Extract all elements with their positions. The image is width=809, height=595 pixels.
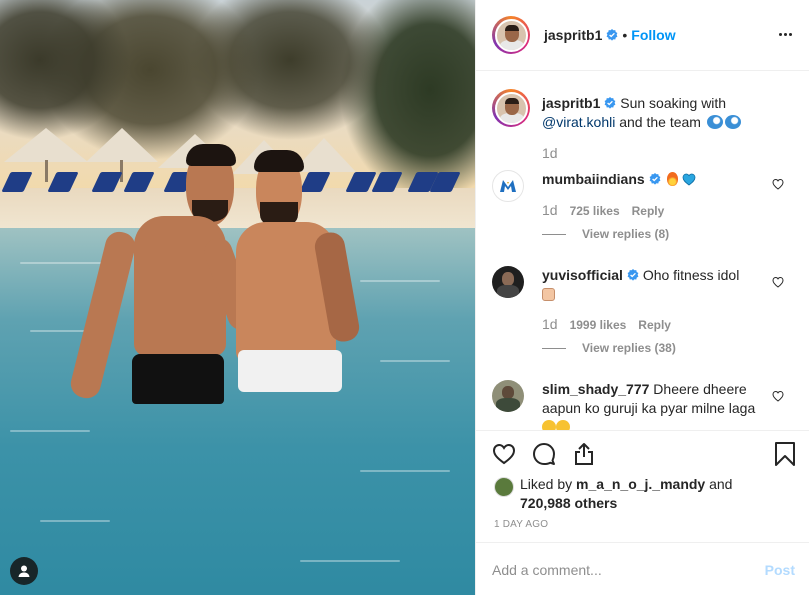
view-replies-label: View replies (8) bbox=[582, 227, 670, 241]
comment-likes[interactable]: 725 likes bbox=[570, 204, 620, 218]
verified-icon bbox=[604, 97, 616, 109]
comment-likes[interactable]: 1999 likes bbox=[570, 318, 627, 332]
comment-time[interactable]: 1d bbox=[542, 202, 558, 218]
share-icon[interactable] bbox=[572, 442, 596, 466]
comment-input[interactable] bbox=[492, 561, 752, 578]
caption-avatar[interactable] bbox=[492, 89, 530, 127]
post-date[interactable]: 1 DAY AGO bbox=[494, 519, 548, 530]
smile-emoji bbox=[556, 420, 570, 430]
comment-meta: 1d 725 likes Reply bbox=[542, 202, 665, 218]
comment-username[interactable]: mumbaiindians bbox=[542, 171, 645, 187]
instagram-post: jaspritb1 • Follow jaspritb1 Sun soaking… bbox=[0, 0, 809, 595]
caption-body-end: and the team bbox=[615, 114, 705, 130]
post-sidebar: jaspritb1 • Follow jaspritb1 Sun soaking… bbox=[475, 0, 809, 595]
comment-text: slim_shady_777 Dheere dheere aapun ko gu… bbox=[542, 380, 762, 430]
liker-avatar[interactable] bbox=[494, 477, 514, 497]
commenter-avatar[interactable] bbox=[492, 380, 524, 412]
bookmark-icon[interactable] bbox=[774, 442, 796, 466]
post-comment-button[interactable]: Post bbox=[765, 562, 795, 578]
photo-ripple bbox=[40, 520, 110, 522]
view-replies-button[interactable]: View replies (38) bbox=[542, 341, 676, 355]
smile-emoji bbox=[542, 420, 556, 430]
comment-body: Oho fitness idol bbox=[642, 267, 740, 283]
wave-emoji bbox=[724, 115, 741, 129]
comments-list[interactable]: jaspritb1 Sun soaking with @virat.kohli … bbox=[476, 72, 809, 430]
comment-username[interactable]: slim_shady_777 bbox=[542, 381, 649, 397]
likes-text: Liked by m_a_n_o_j._mandy and 720,988 ot… bbox=[520, 475, 750, 513]
caption-username[interactable]: jaspritb1 bbox=[542, 95, 600, 111]
blue-heart-emoji bbox=[683, 173, 696, 186]
liker-username[interactable]: m_a_n_o_j._mandy bbox=[576, 476, 705, 492]
action-icons bbox=[492, 442, 596, 466]
reply-button[interactable]: Reply bbox=[638, 318, 671, 332]
post-photo[interactable] bbox=[0, 0, 475, 595]
fire-emoji bbox=[666, 172, 678, 186]
likes-count[interactable]: 720,988 others bbox=[520, 495, 617, 511]
post-actions: Liked by m_a_n_o_j._mandy and 720,988 ot… bbox=[476, 430, 809, 595]
wave-emoji bbox=[706, 115, 723, 129]
photo-ripple bbox=[300, 560, 400, 562]
caption-body-start: Sun soaking with bbox=[616, 95, 727, 111]
photo-ripple bbox=[30, 330, 90, 332]
author-username[interactable]: jaspritb1 bbox=[544, 27, 602, 43]
mumbai-indians-logo-icon bbox=[500, 180, 516, 192]
comment-meta: 1d 1999 likes Reply bbox=[542, 316, 671, 332]
commenter-avatar[interactable] bbox=[492, 266, 524, 298]
verified-icon bbox=[627, 269, 639, 281]
comment-username[interactable]: yuvisofficial bbox=[542, 267, 623, 283]
caption-time[interactable]: 1d bbox=[542, 145, 558, 161]
add-comment-bar: Post bbox=[476, 542, 809, 595]
heart-icon[interactable] bbox=[492, 442, 516, 466]
photo-ripple bbox=[360, 470, 450, 472]
header-separator: • bbox=[622, 27, 628, 43]
follow-button[interactable]: Follow bbox=[631, 27, 675, 43]
comment-like-icon[interactable] bbox=[772, 390, 784, 402]
photo-ripple bbox=[380, 360, 450, 362]
liked-by-and: and bbox=[705, 476, 733, 492]
liked-by-prefix: Liked by bbox=[520, 476, 577, 492]
reply-button[interactable]: Reply bbox=[632, 204, 665, 218]
tag-user-icon[interactable] bbox=[10, 557, 38, 585]
fist-emoji bbox=[542, 288, 555, 301]
photo-ripple bbox=[10, 430, 90, 432]
more-icon[interactable] bbox=[779, 27, 793, 41]
caption-mention[interactable]: @virat.kohli bbox=[542, 114, 615, 130]
comment-like-icon[interactable] bbox=[772, 178, 784, 190]
comment-like-icon[interactable] bbox=[772, 276, 784, 288]
comment-text: mumbaiindians bbox=[542, 170, 762, 189]
photo-person-right bbox=[228, 148, 378, 398]
verified-icon bbox=[649, 173, 661, 185]
caption-text: jaspritb1 Sun soaking with @virat.kohli … bbox=[542, 94, 782, 132]
view-replies-label: View replies (38) bbox=[582, 341, 676, 355]
commenter-avatar[interactable] bbox=[492, 170, 524, 202]
author-avatar[interactable] bbox=[492, 16, 530, 54]
verified-icon bbox=[606, 29, 618, 41]
comment-icon[interactable] bbox=[532, 442, 556, 466]
photo-person-left bbox=[67, 140, 260, 420]
view-replies-button[interactable]: View replies (8) bbox=[542, 227, 669, 241]
post-header: jaspritb1 • Follow bbox=[476, 0, 809, 71]
comment-text: yuvisofficial Oho fitness idol bbox=[542, 266, 762, 304]
comment-time[interactable]: 1d bbox=[542, 316, 558, 332]
